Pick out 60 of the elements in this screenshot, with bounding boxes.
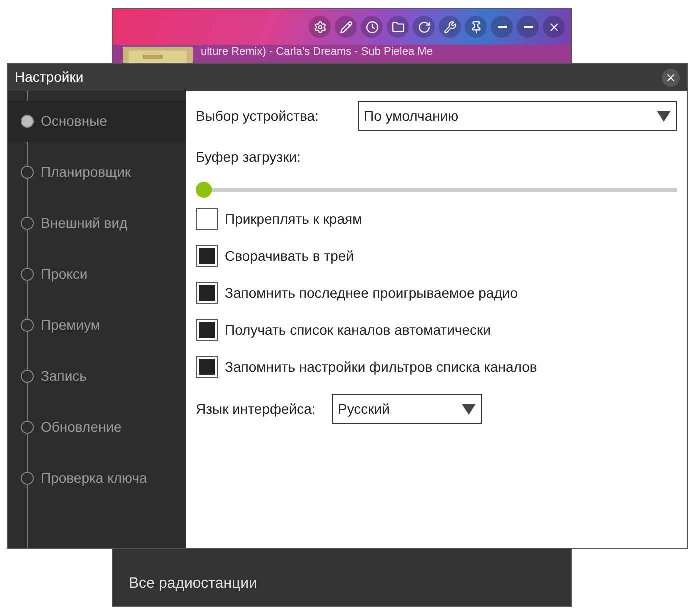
- bullet-icon: [21, 115, 34, 128]
- buffer-label: Буфер загрузки:: [196, 148, 302, 167]
- language-dropdown[interactable]: Русский: [332, 394, 482, 424]
- dropdown-arrow-icon: [462, 404, 476, 414]
- sidebar-item[interactable]: Премиум: [8, 305, 186, 346]
- checkbox[interactable]: [196, 356, 218, 378]
- sidebar-item[interactable]: Прокси: [8, 254, 186, 295]
- option-label: Запомнить последнее проигрываемое радио: [225, 284, 518, 303]
- minus-icon: [498, 26, 506, 28]
- checkbox[interactable]: [196, 245, 218, 267]
- bullet-icon: [21, 370, 34, 383]
- device-dropdown[interactable]: По умолчанию: [358, 101, 677, 131]
- minimize-button[interactable]: [517, 16, 539, 38]
- minimize-icon: [524, 26, 532, 28]
- settings-icon: [314, 20, 326, 34]
- pin-button[interactable]: [465, 16, 487, 38]
- dropdown-arrow-icon: [657, 110, 671, 122]
- sidebar-item[interactable]: Основные: [8, 101, 186, 142]
- bullet-icon: [21, 217, 34, 230]
- wrench-button[interactable]: [439, 16, 461, 38]
- track-title: ulture Remix) - Carla's Dreams - Sub Pielea Me: [201, 46, 433, 59]
- close-icon: [548, 20, 560, 34]
- refresh-button[interactable]: [413, 16, 435, 38]
- language-label: Язык интерфейса:: [196, 400, 317, 419]
- close-button[interactable]: [543, 16, 565, 38]
- sidebar-item[interactable]: Внешний вид: [8, 203, 186, 244]
- pin-icon: [470, 20, 482, 34]
- slider-thumb[interactable]: [196, 182, 212, 198]
- bullet-icon: [21, 421, 34, 434]
- clock-icon: [366, 20, 378, 34]
- bullet-icon: [21, 319, 34, 332]
- settings-button[interactable]: [309, 16, 331, 38]
- close-icon: [665, 72, 677, 84]
- wrench-icon: [444, 20, 456, 34]
- footer-label: Все радиостанции: [128, 574, 258, 594]
- minus-button[interactable]: [491, 16, 513, 38]
- refresh-icon: [418, 20, 430, 34]
- sidebar-item[interactable]: Обновление: [8, 407, 186, 448]
- close-button[interactable]: [662, 68, 680, 86]
- clock-button[interactable]: [361, 16, 383, 38]
- device-label: Выбор устройства:: [196, 106, 320, 126]
- option-label: Прикреплять к краям: [225, 210, 362, 229]
- checkbox[interactable]: [196, 319, 218, 341]
- bullet-icon: [21, 472, 34, 485]
- option-label: Получать список каналов автоматически: [225, 320, 491, 340]
- bullet-icon: [21, 166, 34, 179]
- checkbox[interactable]: [196, 208, 218, 230]
- bullet-icon: [21, 268, 34, 281]
- sidebar-item[interactable]: Проверка ключа: [8, 458, 186, 499]
- sidebar-item[interactable]: Планировщик: [8, 152, 186, 193]
- pencil-icon: [340, 20, 352, 34]
- pencil-button[interactable]: [335, 16, 357, 38]
- option-label: Запомнить настройки фильтров списка каналов: [225, 358, 538, 377]
- folder-button[interactable]: [387, 16, 409, 38]
- option-label: Сворачивать в трей: [225, 246, 354, 266]
- checkbox[interactable]: [196, 282, 218, 304]
- buffer-slider[interactable]: [196, 182, 677, 198]
- folder-icon: [392, 20, 404, 34]
- dialog-title: Настройки: [15, 68, 84, 87]
- sidebar-item[interactable]: Запись: [8, 356, 186, 397]
